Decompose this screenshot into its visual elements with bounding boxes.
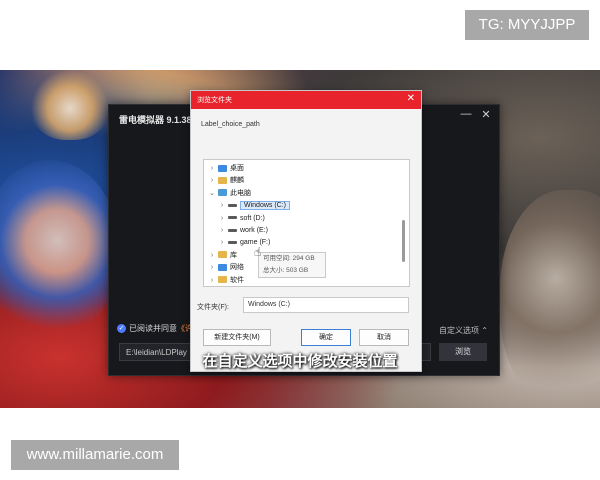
tree-item[interactable]: › 网络	[208, 262, 244, 274]
tree-item[interactable]: › work (E:)	[218, 225, 268, 237]
folder-icon	[218, 251, 227, 259]
tree-item-label: 桌面	[230, 165, 244, 172]
chevron-right-icon[interactable]: ›	[208, 175, 216, 187]
new-folder-button[interactable]: 新建文件夹(M)	[203, 329, 271, 346]
tree-item[interactable]: › 软件	[208, 275, 244, 286]
agreement-text: 已阅读并同意	[129, 324, 177, 333]
chevron-right-icon[interactable]: ›	[208, 250, 216, 262]
ok-button[interactable]: 确定	[301, 329, 351, 346]
drive-icon	[228, 241, 237, 245]
chevron-right-icon[interactable]: ›	[218, 200, 226, 212]
video-frame: 雷电模拟器 9.1.38.2 — ✕ ✓ 已阅读并同意《许 自定义选项 ⌃ E:\…	[0, 70, 600, 408]
dialog-label: Label_choice_path	[201, 121, 260, 128]
tree-item-label: work (E:)	[240, 227, 268, 234]
drive-icon	[228, 228, 237, 232]
custom-options-toggle[interactable]: 自定义选项 ⌃	[439, 325, 488, 336]
close-button[interactable]: ✕	[479, 108, 493, 121]
checkmark-icon[interactable]: ✓	[117, 324, 126, 334]
site-watermark: www.millamarie.com	[11, 440, 179, 470]
tooltip-total-size: 总大小: 503 GB	[263, 267, 309, 274]
tree-item-label: 网络	[230, 264, 244, 272]
telegram-watermark: TG: MYYJJPP	[465, 10, 589, 40]
tree-item[interactable]: › 麒麟	[208, 175, 244, 187]
background-art-figure	[30, 70, 110, 140]
chevron-right-icon[interactable]: ›	[208, 163, 216, 175]
chevron-right-icon[interactable]: ›	[208, 275, 216, 286]
tree-item[interactable]: ⌄ 此电脑	[208, 188, 251, 200]
tree-item-label: 软件	[230, 276, 244, 284]
agreement-row[interactable]: ✓ 已阅读并同意《许	[117, 323, 193, 334]
dialog-title: 浏览文件夹	[197, 97, 232, 104]
chevron-right-icon[interactable]: ›	[208, 262, 216, 274]
tree-item-label: 麒麟	[230, 177, 244, 185]
drive-icon	[228, 216, 237, 220]
tree-item[interactable]: › soft (D:)	[218, 213, 265, 225]
tree-item[interactable]: › Windows (C:)	[218, 200, 291, 212]
tree-item-label: soft (D:)	[240, 214, 265, 222]
tree-item-label: Windows (C:)	[240, 201, 291, 211]
folder-tree[interactable]: ›测试›软件›网络›库›game (F:)›work (E:)›soft (D:…	[203, 159, 410, 287]
chevron-right-icon[interactable]: ›	[218, 237, 226, 249]
tree-item-label: 此电脑	[230, 189, 251, 197]
dialog-titlebar: 浏览文件夹 ✕	[191, 91, 421, 109]
mouse-cursor-icon: ☝	[254, 245, 262, 259]
blue-icon	[218, 263, 227, 271]
chevron-right-icon[interactable]: ›	[218, 213, 226, 225]
folder-name-input[interactable]: Windows (C:)	[243, 297, 409, 313]
tooltip-free-space: 可用空间: 294 GB	[263, 255, 315, 262]
minimize-button[interactable]: —	[459, 108, 473, 120]
drive-icon	[228, 203, 237, 207]
tree-item-label: 库	[230, 251, 237, 259]
installer-title: 雷电模拟器 9.1.38.2	[119, 115, 200, 125]
chevron-right-icon[interactable]: ›	[218, 225, 226, 237]
background-art-creature	[500, 190, 600, 408]
background-art-character	[0, 160, 120, 340]
chevron-down-icon[interactable]: ⌄	[208, 188, 216, 200]
folder-field-label: 文件夹(F):	[197, 304, 229, 311]
folder-icon	[218, 177, 227, 185]
folder-icon	[218, 276, 227, 284]
drive-info-tooltip: 可用空间: 294 GB 总大小: 503 GB	[258, 252, 326, 278]
video-subtitle: 在自定义选项中修改安装位置	[202, 353, 398, 370]
tree-item[interactable]: › game (F:)	[218, 237, 271, 249]
tree-item[interactable]: › 库	[208, 250, 237, 262]
cancel-button[interactable]: 取消	[359, 329, 409, 346]
browse-folder-dialog: 浏览文件夹 ✕ Label_choice_path ›测试›软件›网络›库›ga…	[190, 90, 422, 372]
blue-icon	[218, 164, 227, 172]
tree-item[interactable]: › 桌面	[208, 163, 244, 175]
dialog-close-icon[interactable]: ✕	[407, 93, 415, 104]
tree-scrollbar[interactable]	[402, 220, 405, 262]
pc-icon	[218, 189, 227, 197]
